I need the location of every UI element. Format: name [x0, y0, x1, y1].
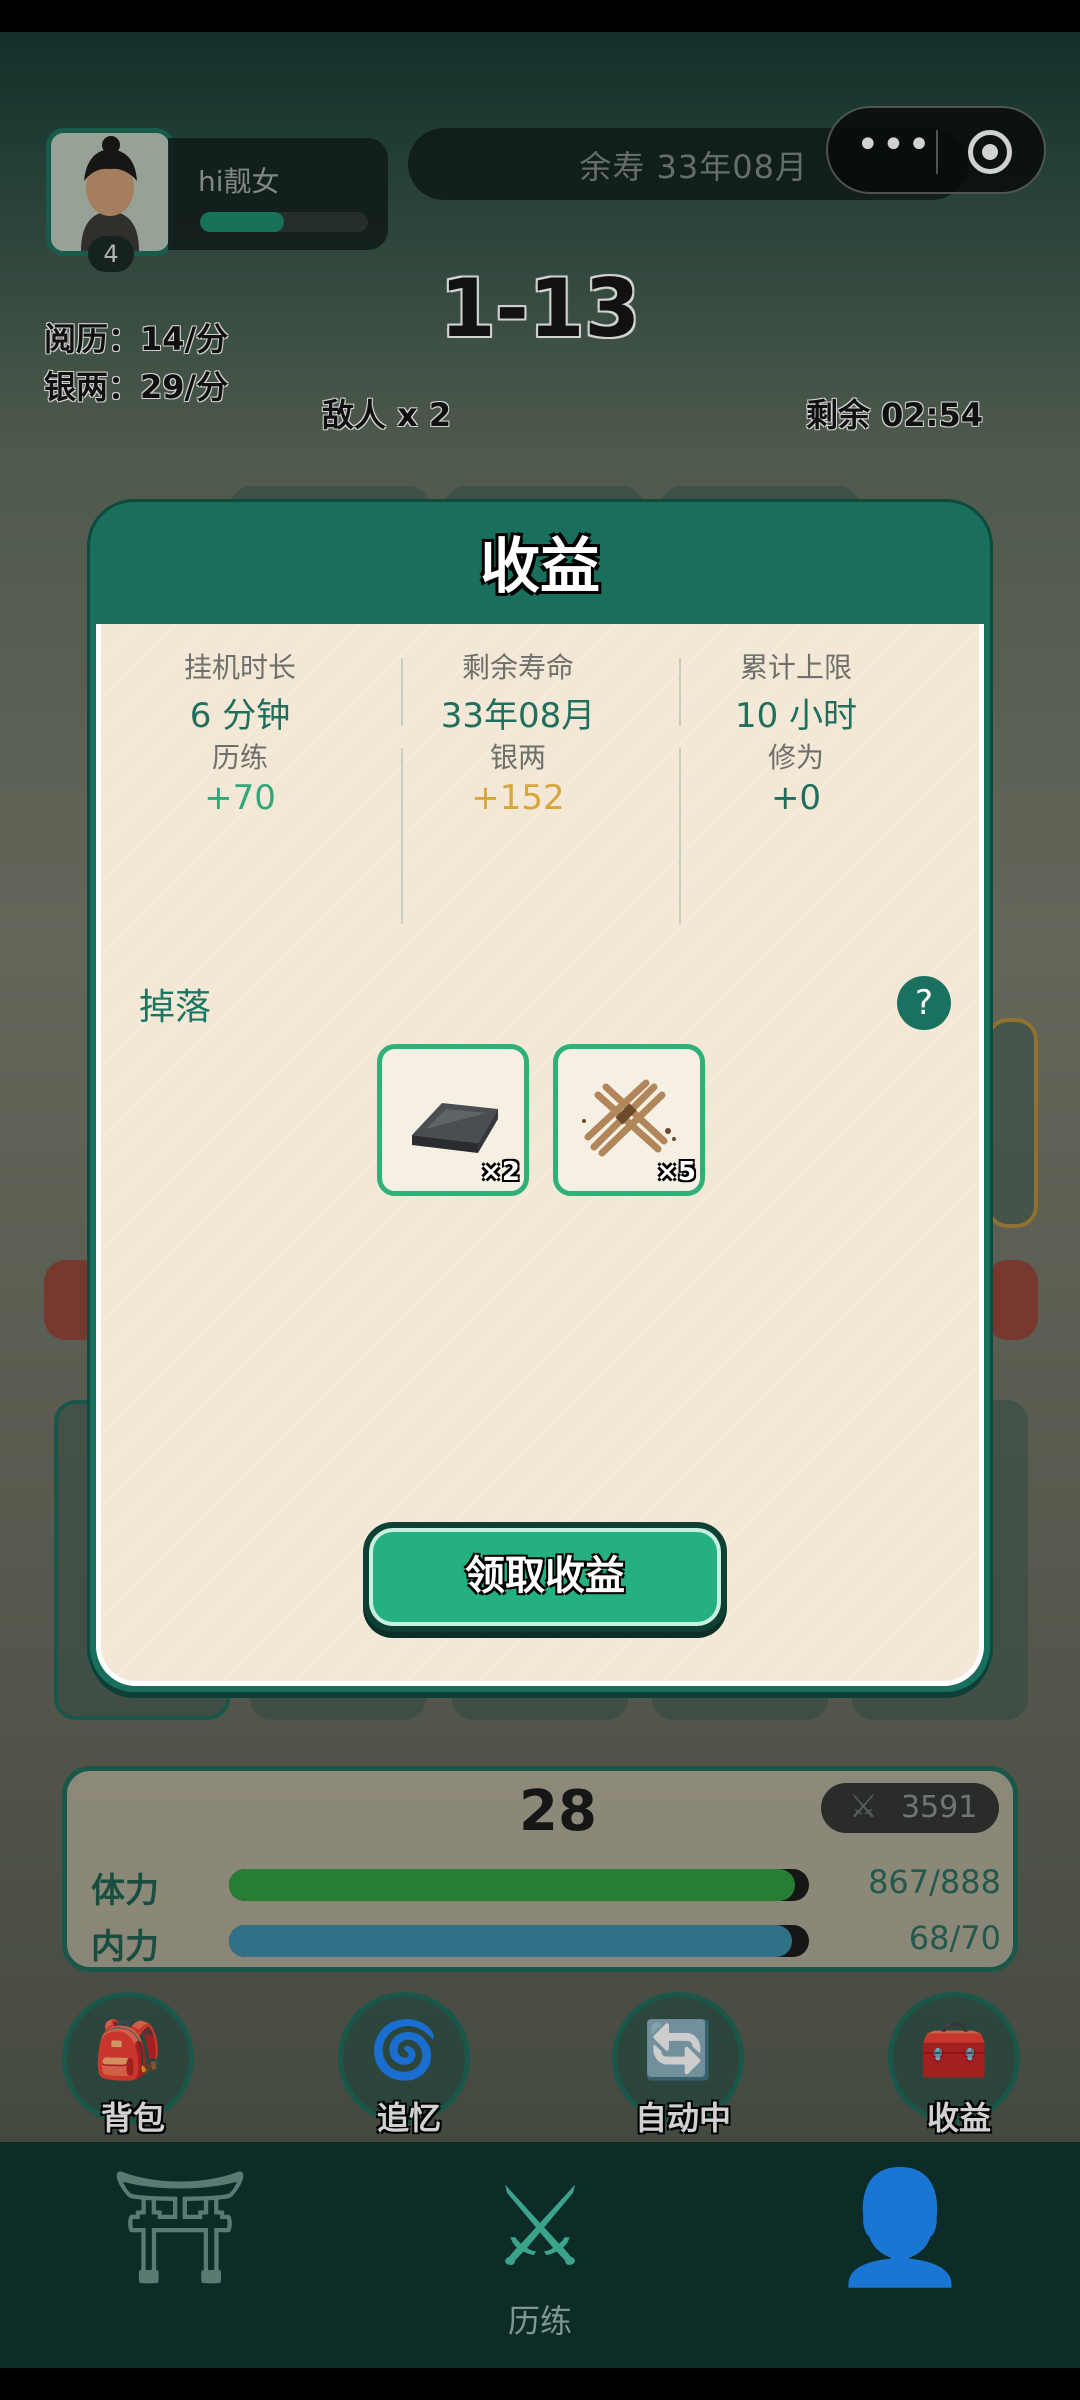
accumulate-limit-label: 累计上限	[739, 651, 852, 684]
idle-duration-value: 6 分钟	[189, 696, 291, 736]
cultivation-gain-stat: 修为 +0	[657, 736, 935, 818]
bottom-navigation: ⛩ ⚔ 历练 👤	[0, 2142, 1080, 2368]
modal-title: 收益	[480, 532, 600, 602]
crossed-swords-icon: ⚔	[490, 2163, 590, 2291]
silver-gain-label: 银两	[489, 741, 546, 774]
nav-sect-tab[interactable]: ⛩	[100, 2162, 260, 2292]
help-button[interactable]: ?	[897, 976, 951, 1030]
accumulate-limit-value: 10 小时	[734, 696, 858, 736]
remaining-life-label: 剩余寿命	[461, 651, 574, 684]
drop-item-iron-ingot[interactable]: ×2	[377, 1044, 529, 1196]
accumulate-limit-stat: 累计上限 10 小时	[657, 646, 935, 737]
remaining-life-stat: 剩余寿命 33年08月	[379, 646, 657, 737]
cultivation-gain-value: +0	[770, 778, 822, 818]
gate-icon: ⛩	[110, 2163, 250, 2291]
silver-gain-stat: 银两 +152	[379, 736, 657, 818]
divider	[401, 658, 403, 726]
experience-gain-value: +70	[204, 778, 276, 818]
divider	[401, 748, 403, 924]
nav-character-tab[interactable]: 👤	[820, 2162, 980, 2292]
drops-title: 掉落	[139, 987, 212, 1028]
experience-gain-label: 历练	[211, 741, 268, 774]
nav-training-tab[interactable]: ⚔ 历练	[460, 2162, 620, 2342]
earnings-modal: 收益 挂机时长 6 分钟 剩余寿命 33年08月 累计上限 10 小时 历练 +…	[90, 502, 990, 1692]
cultivation-gain-label: 修为	[767, 741, 824, 774]
item-count: ×5	[656, 1157, 696, 1187]
modal-body: 挂机时长 6 分钟 剩余寿命 33年08月 累计上限 10 小时 历练 +70 …	[96, 624, 984, 1686]
silver-gain-value: +152	[471, 778, 565, 818]
claim-earnings-button[interactable]: 领取收益	[363, 1522, 727, 1632]
nav-training-label: 历练	[507, 2302, 572, 2340]
drop-item-wood-bundle[interactable]: ×5	[553, 1044, 705, 1196]
home-indicator-bar	[0, 2368, 1080, 2400]
character-bust-icon: 👤	[831, 2163, 969, 2291]
status-bar	[0, 0, 1080, 32]
remaining-life-value: 33年08月	[440, 696, 596, 736]
experience-gain-stat: 历练 +70	[101, 736, 379, 818]
idle-duration-stat: 挂机时长 6 分钟	[101, 646, 379, 737]
idle-duration-label: 挂机时长	[183, 651, 296, 684]
item-count: ×2	[480, 1157, 520, 1187]
divider	[679, 658, 681, 726]
divider	[679, 748, 681, 924]
